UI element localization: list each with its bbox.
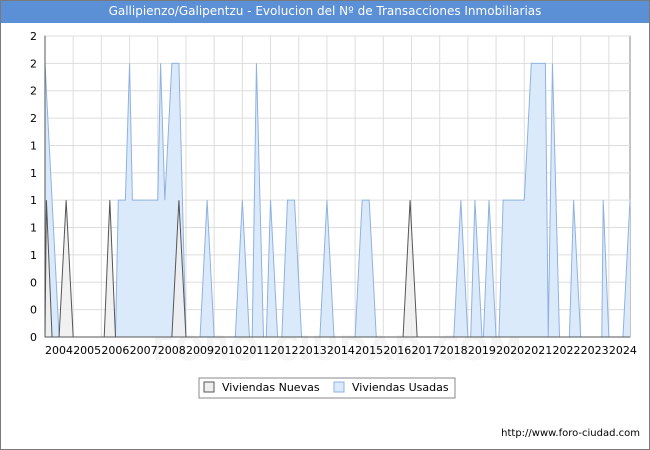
- chart-svg: FORO-CIUDAD.COM 0001111122222004 2005 2006…: [30, 30, 637, 399]
- x-tick-label: 2012: [271, 344, 299, 357]
- x-tick-label: 2013: [299, 344, 327, 357]
- y-tick-label: 1: [30, 167, 37, 180]
- x-tick-label: 2019: [468, 344, 496, 357]
- y-tick-label: 1: [30, 139, 37, 152]
- x-tick-label: 2018: [440, 344, 468, 357]
- x-tick-label: 2015: [355, 344, 383, 357]
- x-tick-label: 2016: [383, 344, 411, 357]
- x-tick-label: 2023: [581, 344, 609, 357]
- x-tick-label: 2024: [609, 344, 637, 357]
- y-tick-label: 2: [30, 85, 37, 98]
- y-tick-label: 1: [30, 222, 37, 235]
- legend-swatch-nuevas: [203, 381, 215, 393]
- x-tick-label: 2006: [101, 344, 129, 357]
- x-tick-label: 2014: [327, 344, 355, 357]
- y-tick-label: 2: [30, 57, 37, 70]
- y-tick-label: 1: [30, 194, 37, 207]
- y-tick-label: 0: [30, 276, 37, 289]
- y-tick-label: 2: [30, 112, 37, 125]
- x-tick-label: 2010: [214, 344, 242, 357]
- y-tick-label: 2: [30, 30, 37, 43]
- x-tick-label: 2022: [552, 344, 580, 357]
- x-tick-label: 2020: [496, 344, 524, 357]
- legend-label-usadas: Viviendas Usadas: [352, 381, 449, 394]
- legend-label-nuevas: Viviendas Nuevas: [222, 381, 320, 394]
- x-tick-label: 2011: [242, 344, 270, 357]
- x-tick-label: 2008: [158, 344, 186, 357]
- footer-credit[interactable]: http://www.foro-ciudad.com: [501, 428, 640, 439]
- x-tick-label: 2009: [186, 344, 214, 357]
- y-tick-label: 0: [30, 304, 37, 317]
- x-tick-label: 2005: [73, 344, 101, 357]
- x-tick-label: 2004: [45, 344, 73, 357]
- x-tick-label: 2007: [130, 344, 158, 357]
- y-tick-label: 0: [30, 331, 37, 344]
- x-tick-label: 2017: [412, 344, 440, 357]
- legend-swatch-usadas: [333, 381, 345, 393]
- y-tick-label: 1: [30, 249, 37, 262]
- x-tick-label: 2021: [524, 344, 552, 357]
